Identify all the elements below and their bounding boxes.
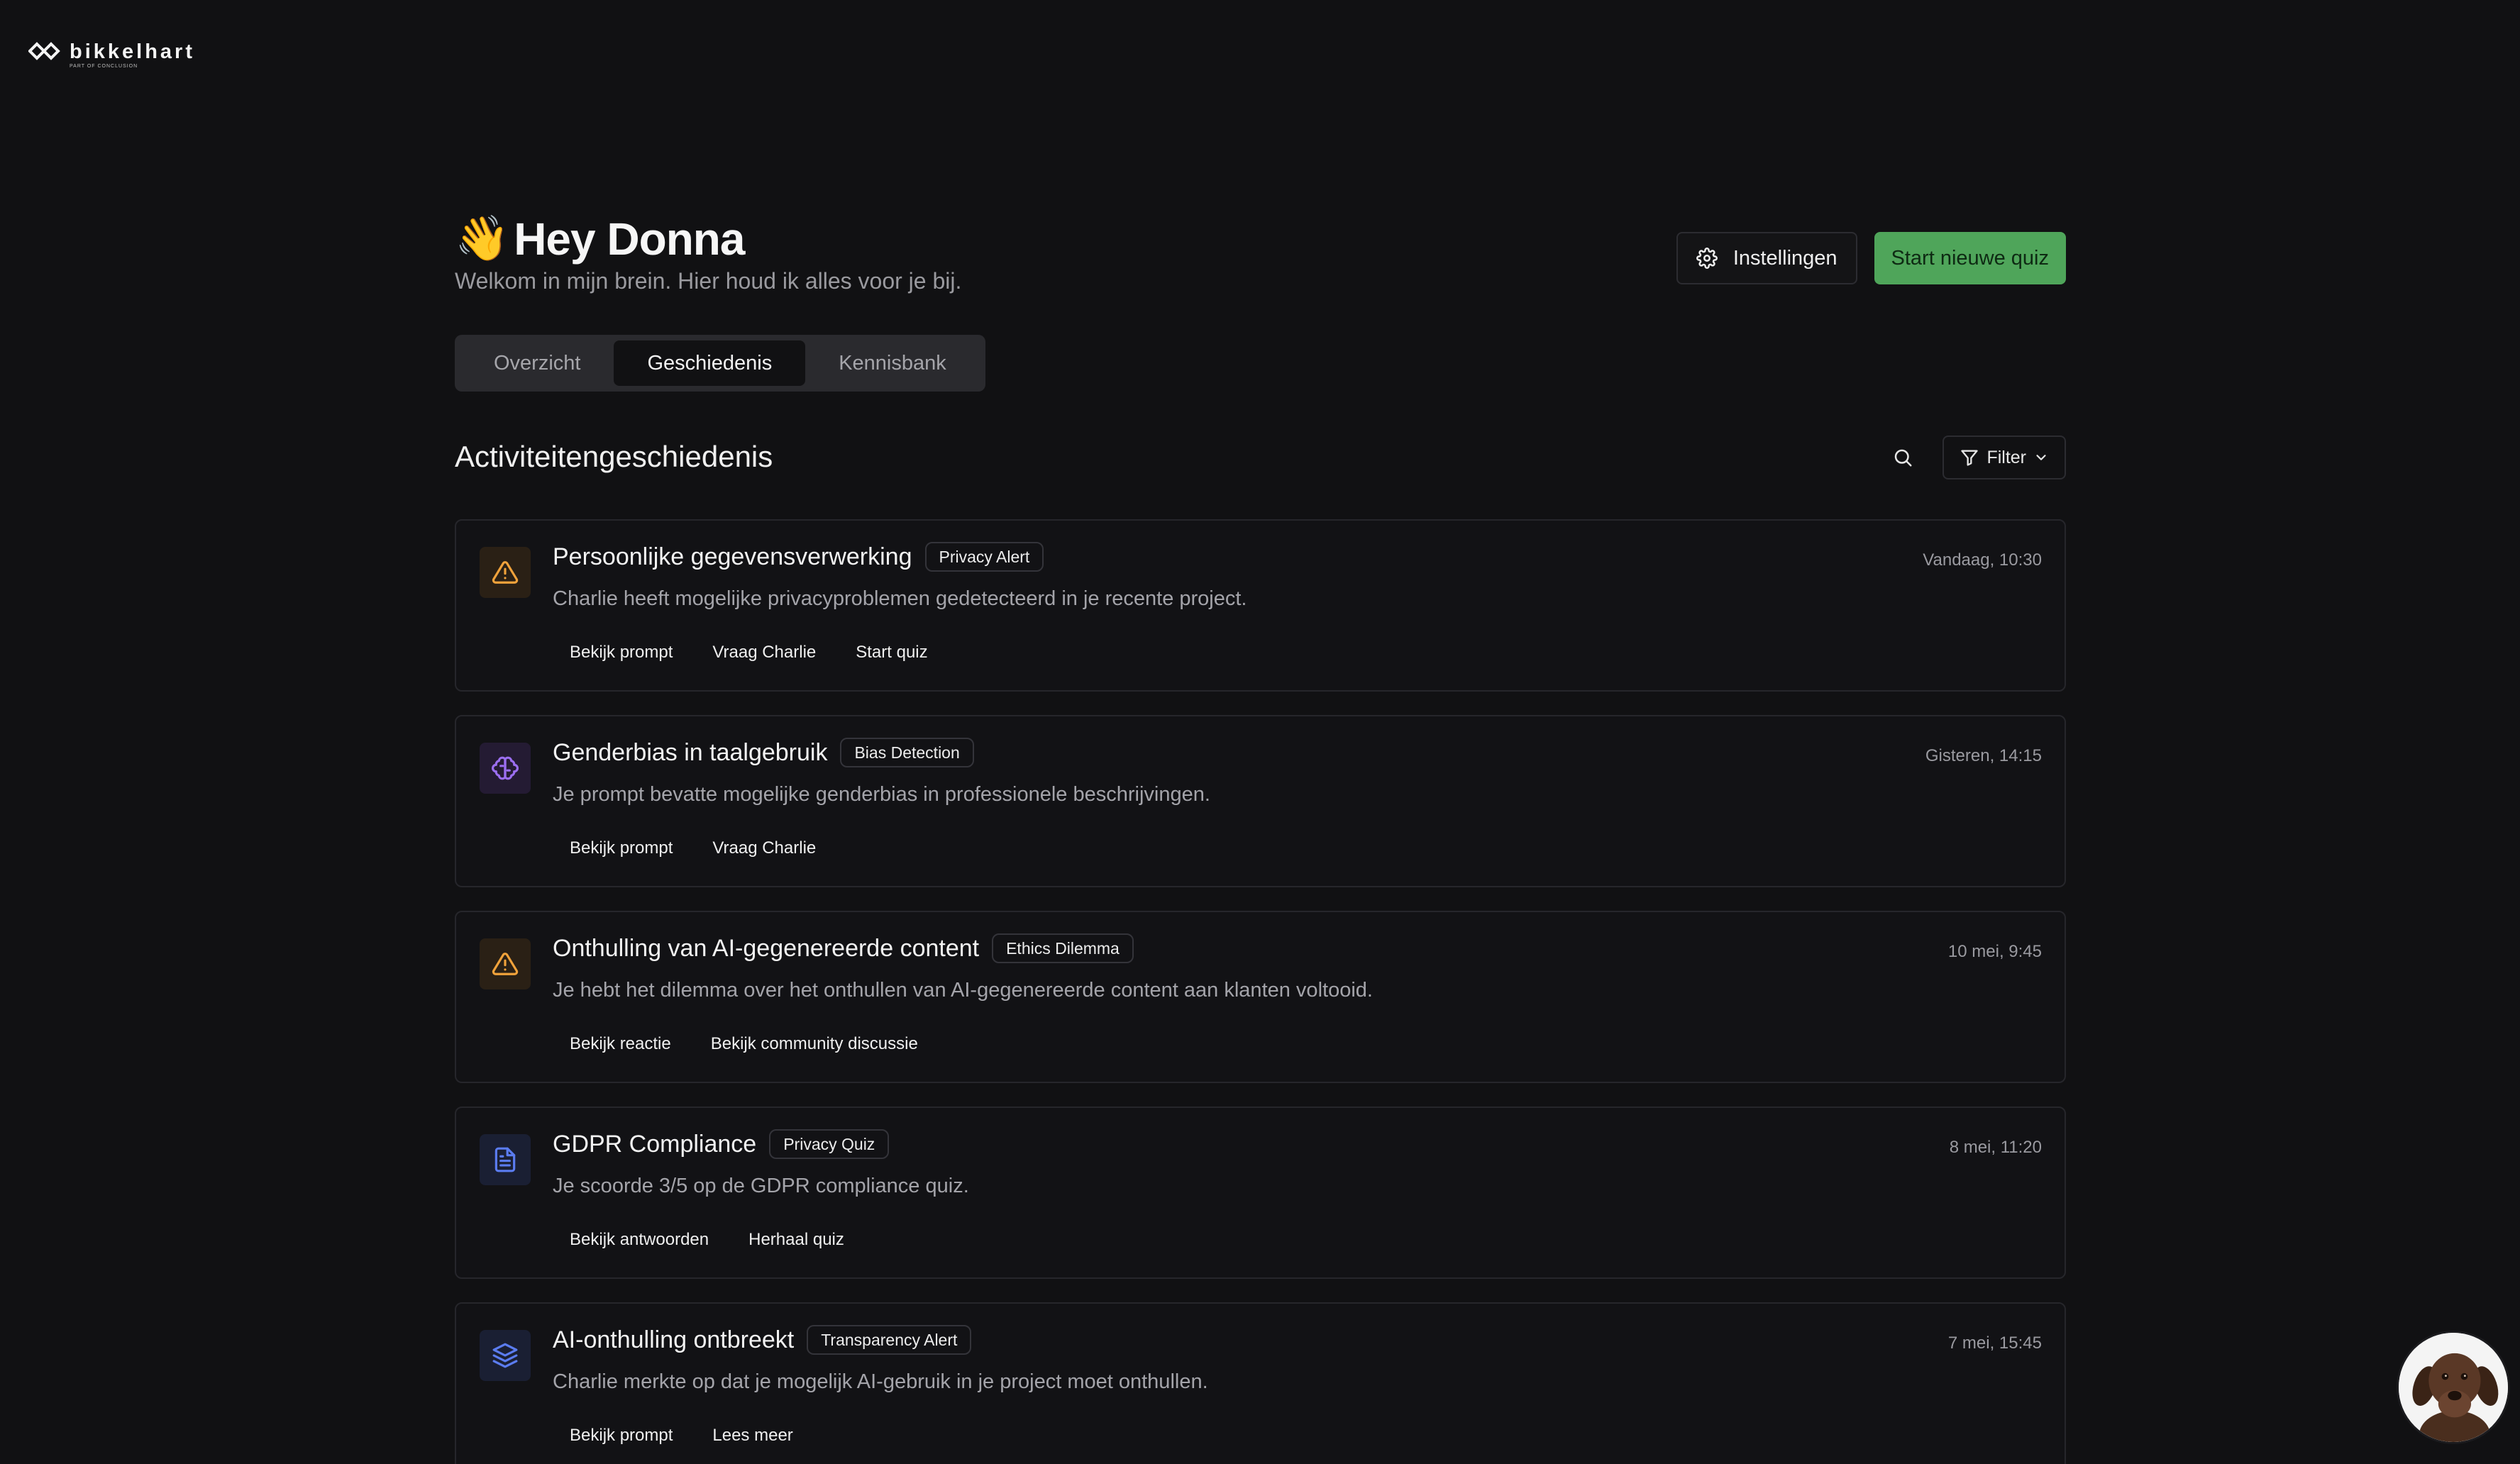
view-prompt-button[interactable]: Bekijk prompt xyxy=(553,634,690,671)
warning-icon xyxy=(492,953,519,975)
tab-bar: Overzicht Geschiedenis Kennisbank xyxy=(455,335,985,392)
main-container: 👋 Hey Donna Welkom in mijn brein. Hier h… xyxy=(455,213,2066,1464)
card-timestamp: 7 mei, 15:45 xyxy=(1947,1333,2042,1353)
logo-text: bikkelhart PART OF CONCLUSION xyxy=(70,40,195,70)
card-icon-box xyxy=(480,547,531,598)
page-title: Hey Donna xyxy=(514,214,745,265)
header-actions: Instellingen Start nieuwe quiz xyxy=(1676,232,2066,284)
activity-card[interactable]: Genderbias in taalgebruik Bias Detection… xyxy=(455,715,2066,887)
activity-card[interactable]: Onthulling van AI-gegenereerde content E… xyxy=(455,911,2066,1083)
tab-overzicht[interactable]: Overzicht xyxy=(460,340,614,386)
settings-button[interactable]: Instellingen xyxy=(1676,232,1857,284)
charlie-avatar[interactable] xyxy=(2397,1331,2510,1444)
view-response-button[interactable]: Bekijk reactie xyxy=(553,1026,688,1063)
retry-quiz-button[interactable]: Herhaal quiz xyxy=(731,1221,861,1258)
card-title: AI-onthulling ontbreekt xyxy=(553,1326,795,1353)
card-title: GDPR Compliance xyxy=(553,1130,757,1158)
section-header: Activiteitengeschiedenis Filter xyxy=(455,436,2066,481)
card-description: Charlie merkte op dat je mogelijk AI-geb… xyxy=(553,1370,1208,1393)
view-prompt-button[interactable]: Bekijk prompt xyxy=(553,1417,690,1454)
page-subtitle: Welkom in mijn brein. Hier houd ik alles… xyxy=(455,268,962,294)
card-timestamp: Gisteren, 14:15 xyxy=(1925,746,2042,765)
brand-logo[interactable]: bikkelhart PART OF CONCLUSION xyxy=(28,41,195,70)
card-actions: Bekijk prompt Lees meer xyxy=(553,1417,810,1454)
filter-button[interactable]: Filter xyxy=(1942,436,2066,479)
activity-list: Persoonlijke gegevensverwerking Privacy … xyxy=(455,519,2066,1464)
card-timestamp: 10 mei, 9:45 xyxy=(1947,942,2042,961)
section-tools: Filter xyxy=(1889,436,2066,479)
view-discussion-button[interactable]: Bekijk community discussie xyxy=(694,1026,935,1063)
activity-card[interactable]: AI-onthulling ontbreekt Transparency Ale… xyxy=(455,1302,2066,1464)
card-title: Onthulling van AI-gegenereerde content xyxy=(553,934,980,962)
card-timestamp: 8 mei, 11:20 xyxy=(1949,1138,2042,1157)
tab-label: Kennisbank xyxy=(839,351,946,375)
tab-label: Overzicht xyxy=(494,351,581,375)
card-description: Je hebt het dilemma over het onthullen v… xyxy=(553,979,1373,1002)
card-description: Je prompt bevatte mogelijke genderbias i… xyxy=(553,783,1210,806)
brand-name: bikkelhart xyxy=(70,40,195,63)
tab-label: Geschiedenis xyxy=(647,351,773,375)
card-icon-box xyxy=(480,1330,531,1381)
card-badge: Ethics Dilemma xyxy=(992,933,1134,963)
filter-label: Filter xyxy=(1986,447,2026,467)
card-timestamp: Vandaag, 10:30 xyxy=(1923,550,2042,570)
ask-charlie-button[interactable]: Vraag Charlie xyxy=(695,634,833,671)
card-head: Persoonlijke gegevensverwerking Privacy … xyxy=(553,542,1044,572)
tab-kennisbank[interactable]: Kennisbank xyxy=(805,340,980,386)
brand-sub: PART OF CONCLUSION xyxy=(70,64,138,69)
logo-icon xyxy=(28,42,60,60)
card-head: Onthulling van AI-gegenereerde content E… xyxy=(553,933,1134,963)
greeting: 👋 Hey Donna xyxy=(455,213,745,265)
card-badge: Bias Detection xyxy=(840,738,974,767)
chevron-down-icon xyxy=(2036,455,2046,460)
view-prompt-button[interactable]: Bekijk prompt xyxy=(553,830,690,867)
wave-icon: 👋 xyxy=(455,214,510,263)
search-button[interactable] xyxy=(1889,443,1917,472)
card-head: Genderbias in taalgebruik Bias Detection xyxy=(553,738,974,767)
tab-geschiedenis[interactable]: Geschiedenis xyxy=(614,340,806,386)
card-title: Persoonlijke gegevensverwerking xyxy=(553,543,912,570)
brain-icon xyxy=(492,756,519,780)
card-actions: Bekijk reactie Bekijk community discussi… xyxy=(553,1026,935,1063)
view-answers-button[interactable]: Bekijk antwoorden xyxy=(553,1221,726,1258)
settings-label: Instellingen xyxy=(1732,246,1838,270)
app-root: bikkelhart PART OF CONCLUSION 👋 Hey Donn… xyxy=(0,0,2520,1464)
card-icon-box xyxy=(480,743,531,794)
card-badge: Privacy Alert xyxy=(924,542,1044,572)
card-badge: Privacy Quiz xyxy=(769,1129,890,1159)
document-icon xyxy=(494,1147,516,1172)
card-head: GDPR Compliance Privacy Quiz xyxy=(553,1129,890,1159)
filter-icon xyxy=(1961,450,1979,466)
card-description: Je scoorde 3/5 op de GDPR compliance qui… xyxy=(553,1175,969,1197)
ask-charlie-button[interactable]: Vraag Charlie xyxy=(695,830,833,867)
card-actions: Bekijk prompt Vraag Charlie Start quiz xyxy=(553,634,945,671)
card-actions: Bekijk antwoorden Herhaal quiz xyxy=(553,1221,861,1258)
dog-avatar-icon xyxy=(2399,1333,2508,1442)
card-description: Charlie heeft mogelijke privacyproblemen… xyxy=(553,587,1247,610)
card-badge: Transparency Alert xyxy=(807,1325,972,1355)
read-more-button[interactable]: Lees meer xyxy=(695,1417,809,1454)
activity-card[interactable]: GDPR Compliance Privacy Quiz 8 mei, 11:2… xyxy=(455,1107,2066,1279)
card-icon-box xyxy=(480,1134,531,1185)
card-title: Genderbias in taalgebruik xyxy=(553,738,828,766)
card-icon-box xyxy=(480,938,531,989)
start-quiz-action[interactable]: Start quiz xyxy=(839,634,944,671)
card-head: AI-onthulling ontbreekt Transparency Ale… xyxy=(553,1325,972,1355)
warning-icon xyxy=(492,561,519,584)
gear-icon xyxy=(1696,248,1718,269)
activity-card[interactable]: Persoonlijke gegevensverwerking Privacy … xyxy=(455,519,2066,692)
layers-icon xyxy=(492,1343,518,1368)
card-actions: Bekijk prompt Vraag Charlie xyxy=(553,830,833,867)
section-title: Activiteitengeschiedenis xyxy=(455,440,773,473)
start-quiz-button[interactable]: Start nieuwe quiz xyxy=(1874,232,2066,284)
page-header: 👋 Hey Donna Welkom in mijn brein. Hier h… xyxy=(455,213,2066,305)
start-quiz-label: Start nieuwe quiz xyxy=(1891,246,2049,270)
search-icon xyxy=(1895,449,1912,467)
